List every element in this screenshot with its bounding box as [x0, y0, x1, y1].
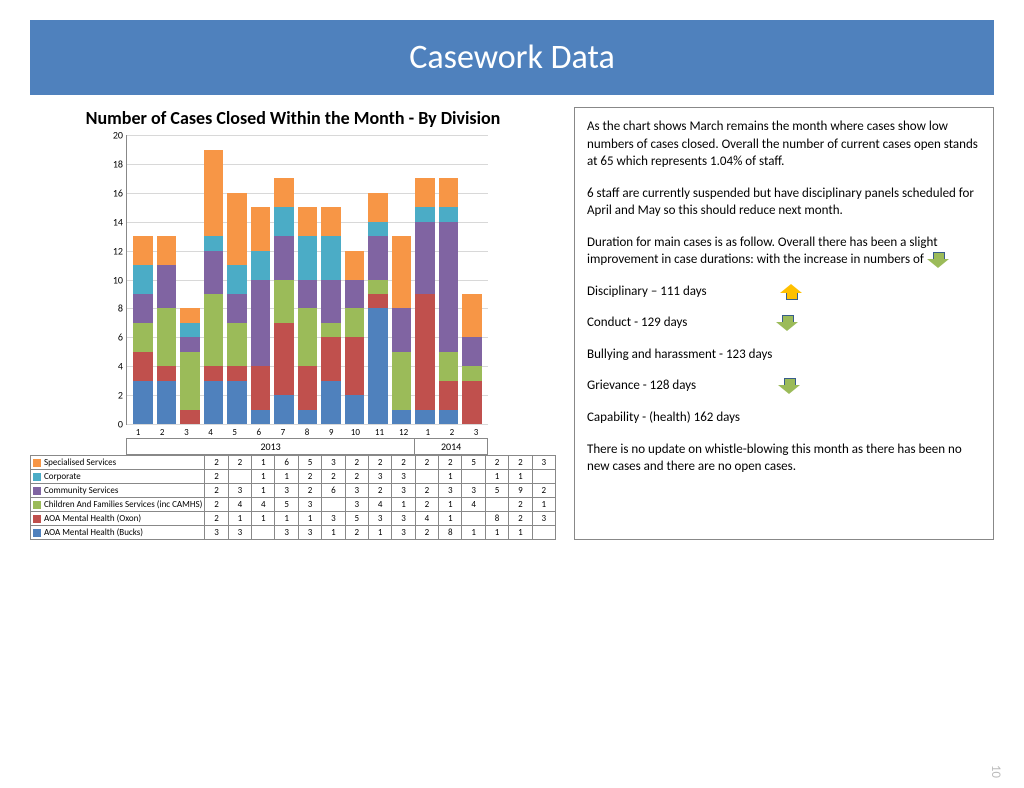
- x-axis-years: 20132014: [126, 438, 488, 455]
- commentary-grievance: Grievance - 128 days: [587, 377, 981, 395]
- commentary-bullying: Bullying and harassment - 123 days: [587, 346, 981, 364]
- commentary-p1: As the chart shows March remains the mon…: [587, 118, 981, 171]
- x-axis-months: 123456789101112123: [126, 425, 488, 438]
- arrow-down-icon: [776, 315, 798, 331]
- commentary-p2: 6 staff are currently suspended but have…: [587, 185, 981, 220]
- commentary-disciplinary: Disciplinary – 111 days: [587, 283, 981, 301]
- data-table: Specialised Services221653222225223Corpo…: [30, 455, 556, 540]
- commentary-panel: As the chart shows March remains the mon…: [574, 107, 994, 540]
- chart-panel: Number of Cases Closed Within the Month …: [30, 107, 556, 540]
- commentary-p3: Duration for main cases is as follow. Ov…: [587, 234, 981, 269]
- chart-title: Number of Cases Closed Within the Month …: [30, 107, 556, 129]
- arrow-up-icon: [780, 284, 802, 300]
- arrow-down-icon: [927, 252, 949, 268]
- page-title: Casework Data: [30, 20, 994, 95]
- chart-plot: 02468101214161820: [126, 135, 488, 425]
- commentary-conduct: Conduct - 129 days: [587, 314, 981, 332]
- commentary-capability: Capability - (health) 162 days: [587, 409, 981, 427]
- arrow-down-icon: [778, 378, 800, 394]
- page-number: 10: [988, 765, 1003, 778]
- commentary-p4: There is no update on whistle-blowing th…: [587, 441, 981, 476]
